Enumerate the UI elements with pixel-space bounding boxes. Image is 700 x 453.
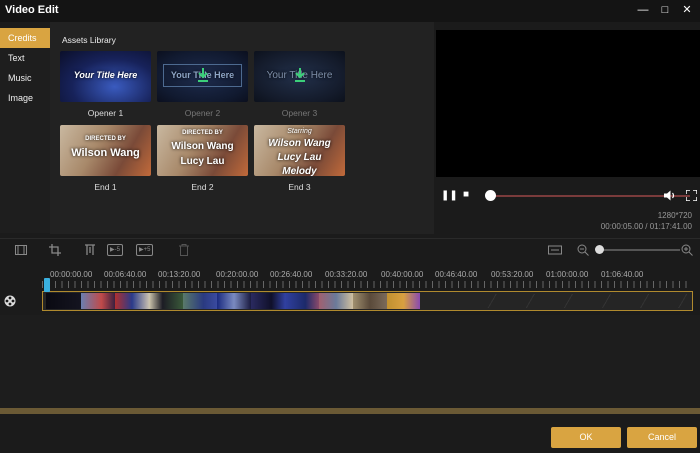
speed-down-icon[interactable]: ▶-5 [107,244,123,256]
tile-line-1: DIRECTED BY [182,130,223,136]
playhead[interactable] [44,278,50,292]
ruler-ticks [42,281,692,288]
tile-line-4: Melody [282,166,317,176]
tile-line-2: Wilson Wang [268,138,331,149]
split-icon[interactable] [84,244,96,256]
pause-icon[interactable]: ❚❚ [441,190,458,201]
crop-icon[interactable] [49,244,61,256]
tile-line-2: Wilson Wang [171,141,234,152]
fullscreen-icon[interactable] [686,190,697,201]
delete-icon[interactable] [179,244,189,256]
clip-thumbnail[interactable] [183,293,217,309]
tile-line-3: Lucy Lau [277,152,322,163]
clip-thumbnail[interactable] [251,293,285,309]
sidebar-item-image[interactable]: Image [0,88,50,108]
assets-library: Assets Library Your Title Here Opener 1 … [50,22,434,234]
tick-label: 01:00:00.00 [546,270,589,279]
window-title: Video Edit [5,4,59,16]
seek-bar[interactable] [490,195,690,197]
tile-caption: End 3 [288,182,311,192]
film-icon[interactable] [15,244,27,256]
tile-caption: End 1 [94,182,117,192]
tick-label: 00:06:40.00 [104,270,147,279]
clip-thumbnail[interactable] [115,293,149,309]
clip-thumbnail[interactable] [285,293,319,309]
timeline-ruler[interactable]: 00:00:00.00 00:06:40.00 00:13:20.00 00:2… [42,268,692,288]
player-controls: ❚❚ ■ 1280*720 00:00:05.00 / 01:17:41.00 [436,185,700,235]
tick-label: 01:06:40.00 [601,270,644,279]
tile-overlay-text: Your Title Here [73,70,138,80]
tick-label: 00:26:40.00 [270,270,313,279]
seek-handle[interactable] [485,190,496,201]
category-sidebar: Credits Text Music Image [0,28,50,233]
clip-thumbnail[interactable] [353,293,387,309]
maximize-icon[interactable]: □ [658,3,672,17]
tile-line-3: Lucy Lau [180,156,225,167]
tile-caption: Opener 3 [281,108,318,118]
assets-library-heading: Assets Library [62,35,116,45]
zoom-slider[interactable] [596,249,680,251]
window-controls: — □ ✕ [636,3,694,17]
volume-icon[interactable] [664,190,676,201]
ok-button[interactable]: OK [551,427,621,448]
tick-label: 00:53:20.00 [491,270,534,279]
zoom-in-icon[interactable] [681,244,693,256]
asset-tile-opener-2[interactable]: Your Title Here [157,51,248,102]
video-track-icon [4,295,16,307]
clip-thumbnail[interactable] [387,293,420,309]
tile-caption: End 2 [191,182,214,192]
speed-up-icon[interactable]: ▶+5 [136,244,154,256]
asset-tile-end-1[interactable]: DIRECTED BY Wilson Wang [60,125,151,176]
download-icon[interactable] [295,68,305,82]
timeline-toolbar: ▶-5 ▶+5 [0,238,700,260]
stop-icon[interactable]: ■ [463,189,469,200]
video-preview [436,30,700,177]
sidebar-item-music[interactable]: Music [0,68,50,88]
tick-label: 00:40:00.00 [381,270,424,279]
tile-caption: Opener 2 [184,108,221,118]
timeline-empty-area [0,315,700,408]
sidebar-item-text[interactable]: Text [0,48,50,68]
asset-tile-opener-3[interactable]: Your Title Here [254,51,345,102]
tick-label: 00:00:00.00 [50,270,93,279]
clip-thumbnail[interactable] [319,293,353,309]
cancel-button[interactable]: Cancel [627,427,697,448]
clip-thumbnail[interactable] [46,293,81,309]
clip-thumbnail[interactable] [81,293,115,309]
zoom-out-icon[interactable] [577,244,589,256]
clip-thumbnail[interactable] [217,293,251,309]
dialog-footer: OK Cancel [0,414,700,453]
video-track[interactable] [42,291,693,311]
tick-label: 00:20:00.00 [216,270,259,279]
minimize-icon[interactable]: — [636,3,650,17]
tick-label: 00:33:20.00 [325,270,368,279]
tile-line-2: Wilson Wang [71,147,140,159]
sidebar-item-credits[interactable]: Credits [0,28,50,48]
clip-thumbnail[interactable] [149,293,183,309]
tick-label: 00:46:40.00 [435,270,478,279]
tile-line-1: DIRECTED BY [85,136,126,142]
timecode-label: 00:00:05.00 / 01:17:41.00 [600,222,692,231]
resolution-label: 1280*720 [657,211,692,220]
tile-caption: Opener 1 [87,108,124,118]
tick-label: 00:13:20.00 [158,270,201,279]
tile-line-1: Starring [287,128,312,135]
fit-icon[interactable] [548,244,562,256]
zoom-handle[interactable] [595,245,604,254]
title-bar: Video Edit — □ ✕ [0,0,700,22]
close-icon[interactable]: ✕ [680,3,694,17]
asset-tile-end-2[interactable]: DIRECTED BY Wilson Wang Lucy Lau [157,125,248,176]
asset-tile-end-3[interactable]: Starring Wilson Wang Lucy Lau Melody [254,125,345,176]
download-icon[interactable] [198,68,208,82]
asset-tile-opener-1[interactable]: Your Title Here [60,51,151,102]
track-empty-marks [461,294,691,308]
